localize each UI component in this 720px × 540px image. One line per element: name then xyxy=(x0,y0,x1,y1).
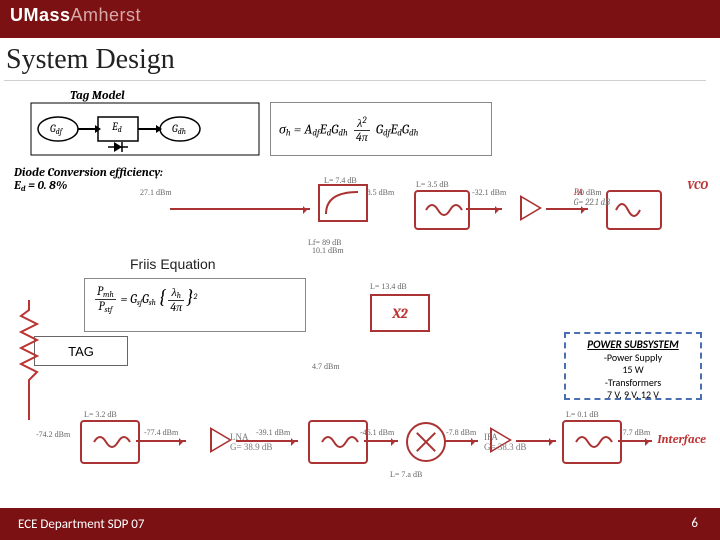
cb-filter-2 xyxy=(562,420,622,464)
friis-formula-box: PmhPstf = GsfGsh {λh4π}2 xyxy=(84,278,306,332)
gdf-label: Gdf xyxy=(50,122,62,136)
ct-val-a0: 27.1 dBm xyxy=(140,188,172,197)
sigma-formula: σh = AdfEdGdh λ24π GdfEdGdh xyxy=(279,117,418,143)
tag-chip: TAG xyxy=(34,336,128,366)
cb-arrow-0 xyxy=(136,440,186,442)
tag-model-svg xyxy=(30,102,260,156)
lna-amp-icon xyxy=(210,427,232,453)
gdh-label: Gdh xyxy=(172,122,186,136)
ct-arrow-1 xyxy=(466,208,502,210)
ct-val-a2: -32.1 dBm xyxy=(472,188,506,197)
cb-a5: -7.7 dBm xyxy=(620,428,650,437)
x2-block: X2 xyxy=(370,294,430,332)
title-underline xyxy=(4,80,706,81)
vco-block xyxy=(606,190,662,230)
chain-top: 27.1 dBm -28.5 dBm L= 3.5 dB -32.1 dBm 1… xyxy=(150,190,710,250)
ed-label: Ed xyxy=(112,120,122,134)
mid-t3: 4.7 dBm xyxy=(312,362,340,371)
cb-lb: L= 7.a dB xyxy=(390,470,422,479)
tag-model-block: Tag Model Gdf Ed Gdh xyxy=(30,88,280,162)
resistor-icon xyxy=(18,300,40,420)
curve-l: L= 7.4 dB xyxy=(324,176,357,185)
friis-label: Friis Equation xyxy=(130,256,216,272)
mixer-icon xyxy=(406,422,446,462)
cb-ant-l: L= 3.2 dB xyxy=(84,410,117,419)
pa-label: PA G= 22.1 dB xyxy=(574,188,610,208)
characteristic-curve-box xyxy=(318,184,368,222)
cb-a3: -46.1 dBm xyxy=(360,428,394,437)
tag-model-label: Tag Model xyxy=(70,88,125,102)
cb-filter-1 xyxy=(308,420,368,464)
lna-label: LNA G= 38.9 dB xyxy=(230,432,272,452)
cb-a0: -74.2 dBm xyxy=(36,430,70,439)
cb-arrow-5 xyxy=(618,440,652,442)
cb-f2-l: L= 0.1 dB xyxy=(566,410,599,419)
footer-dept: ECE Department SDP 07 xyxy=(18,517,144,532)
ct-filter-l: L= 3.5 dB xyxy=(416,180,449,189)
ct-arrow-2 xyxy=(546,208,588,210)
friis-formula: PmhPstf = GsfGsh {λh4π}2 xyxy=(93,285,197,315)
cb-arrow-3 xyxy=(444,440,478,442)
power-l4: 7 V, 9 V, 12 V xyxy=(566,389,700,402)
power-subsystem-box: POWER SUBSYSTEM -Power Supply 15 W -Tran… xyxy=(564,332,702,400)
umass-logo: UMassAmherst xyxy=(10,5,141,26)
cb-arrow-2 xyxy=(364,440,398,442)
cb-a4: -7.8 dBm xyxy=(446,428,476,437)
page-title: System Design xyxy=(6,44,175,76)
mid-t1: 10.1 dBm xyxy=(312,246,344,255)
power-l2: 15 W xyxy=(566,364,700,377)
power-title: POWER SUBSYSTEM xyxy=(566,338,700,352)
interface-label: Interface xyxy=(657,432,706,446)
sigma-formula-box: σh = AdfEdGdh λ24π GdfEdGdh xyxy=(270,102,492,156)
pa-amp-icon xyxy=(520,195,542,221)
ct-filter-block xyxy=(414,190,470,230)
ifa-label: IFA G= 38.3 dB xyxy=(484,432,526,452)
chain-bottom: L= 3.2 dB -74.2 dBm -77.4 dBm -39.1 dBm … xyxy=(40,420,720,480)
cb-a1: -77.4 dBm xyxy=(144,428,178,437)
vco-label: VCO xyxy=(687,178,708,192)
ct-arrow-0 xyxy=(170,208,310,210)
slide-number: 6 xyxy=(691,516,698,531)
cb-filter-0 xyxy=(80,420,140,464)
x2-loss-label: L= 13.4 dB xyxy=(370,282,407,291)
